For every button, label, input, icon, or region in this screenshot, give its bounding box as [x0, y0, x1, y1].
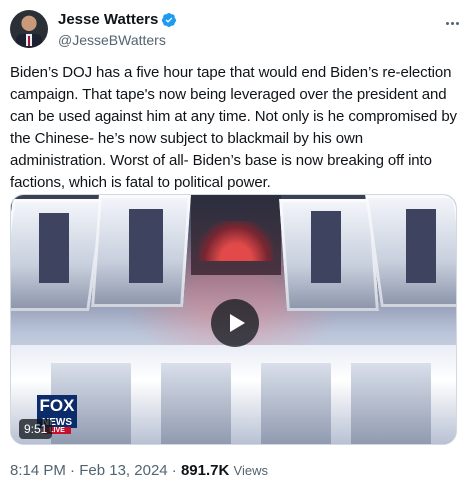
video-frame-shadow: [311, 211, 341, 283]
avatar-tie: [28, 36, 30, 46]
avatar[interactable]: [10, 10, 48, 48]
author-block: Jesse Watters @JesseBWatters: [58, 11, 177, 49]
meta-separator: ·: [167, 462, 181, 479]
video-frame-shadow: [39, 213, 69, 283]
more-dot: [455, 21, 459, 25]
views-count[interactable]: 891.7K: [181, 462, 229, 479]
more-dot: [445, 21, 449, 25]
author-display-name[interactable]: Jesse Watters: [58, 11, 158, 29]
video-player[interactable]: FOX NEWS LIVE 9:51: [10, 194, 457, 445]
video-frame-shadow: [129, 209, 163, 283]
author-name-row[interactable]: Jesse Watters: [58, 11, 177, 29]
play-icon: [229, 314, 245, 332]
tweet-meta: 8:14 PM · Feb 13, 2024 · 891.7K Views: [10, 462, 268, 480]
play-button[interactable]: [211, 299, 259, 347]
tweet-date[interactable]: Feb 13, 2024: [79, 462, 167, 479]
video-frame-lower-letter: [351, 363, 431, 444]
more-options-icon[interactable]: [441, 14, 463, 32]
tweet-text: Biden’s DOJ has a five hour tape that wo…: [10, 64, 457, 191]
video-frame-arch: [191, 195, 281, 275]
video-frame-shadow: [406, 209, 436, 283]
tweet-time[interactable]: 8:14 PM: [10, 462, 66, 479]
more-dot: [450, 21, 454, 25]
meta-separator: ·: [65, 462, 80, 479]
views-label: Views: [233, 463, 268, 478]
tweet-header: Jesse Watters @JesseBWatters: [10, 10, 463, 54]
tweet-card: Jesse Watters @JesseBWatters Biden’s DOJ…: [0, 0, 473, 488]
author-handle[interactable]: @JesseBWatters: [58, 31, 177, 49]
verified-badge-icon: [162, 13, 177, 27]
logo-fox-text: FOX: [37, 395, 77, 417]
video-frame-lower-letter: [161, 363, 231, 444]
video-frame-lower-letter: [261, 363, 331, 444]
video-duration-badge: 9:51: [19, 419, 53, 439]
